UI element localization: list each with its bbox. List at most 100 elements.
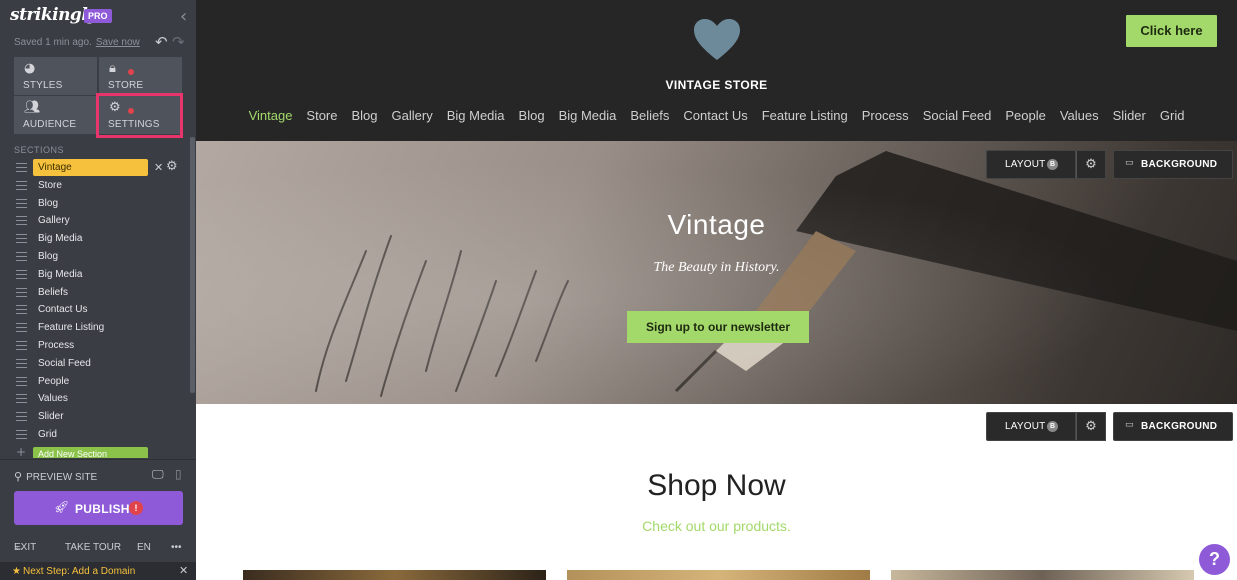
more-menu-button[interactable]: ••• <box>171 542 182 553</box>
drag-handle-icon[interactable] <box>16 305 27 315</box>
nav-link[interactable]: Feature Listing <box>762 108 848 123</box>
section-item[interactable]: Big Media <box>0 266 190 284</box>
undo-icon[interactable]: ↶ <box>155 33 168 51</box>
nav-link[interactable]: Gallery <box>392 108 433 123</box>
section-item[interactable]: Contact Us <box>0 301 190 319</box>
take-tour-button[interactable]: TAKE TOUR <box>65 542 121 553</box>
nav-link[interactable]: People <box>1005 108 1045 123</box>
drag-handle-icon[interactable] <box>16 323 27 333</box>
styles-button[interactable]: ◕ STYLES <box>14 57 97 95</box>
chevron-left-icon[interactable]: ‹ <box>180 6 187 27</box>
nav-link[interactable]: Slider <box>1113 108 1146 123</box>
product-image[interactable] <box>891 570 1194 580</box>
section-item[interactable]: Feature Listing <box>0 319 190 337</box>
shop-subtitle[interactable]: Check out our products. <box>196 518 1237 534</box>
drag-handle-icon[interactable] <box>16 287 27 297</box>
section-item[interactable]: Store <box>0 177 190 195</box>
section-item[interactable]: Social Feed <box>0 355 190 373</box>
hero-subtitle[interactable]: The Beauty in History. <box>196 260 1237 276</box>
nav-link[interactable]: Store <box>306 108 337 123</box>
preview-site-button[interactable]: ⚲ PREVIEW SITE <box>14 470 97 483</box>
section-label: Gallery <box>38 215 70 227</box>
product-image[interactable] <box>567 570 870 580</box>
nav-link[interactable]: Blog <box>352 108 378 123</box>
drag-handle-icon[interactable] <box>16 376 27 386</box>
nav-link[interactable]: Process <box>862 108 909 123</box>
nav-link[interactable]: Big Media <box>559 108 617 123</box>
nav-link[interactable]: Big Media <box>447 108 505 123</box>
click-here-button[interactable]: Click here <box>1126 15 1217 47</box>
drag-handle-icon[interactable] <box>16 358 27 368</box>
background-button[interactable]: ▭ BACKGROUND <box>1113 412 1233 441</box>
drag-handle-icon[interactable] <box>16 394 27 404</box>
drag-handle-icon[interactable] <box>16 198 27 208</box>
save-status: Saved 1 min ago. Save now <box>14 37 140 48</box>
drag-handle-icon[interactable] <box>16 251 27 261</box>
background-button[interactable]: ▭ BACKGROUND <box>1113 150 1233 179</box>
shop-title[interactable]: Shop Now <box>196 469 1237 503</box>
publish-alert-badge: ! <box>129 501 143 515</box>
heart-icon[interactable] <box>693 18 741 62</box>
section-item[interactable]: Blog <box>0 248 190 266</box>
save-now-link[interactable]: Save now <box>96 37 140 48</box>
palette-icon: ◕ <box>24 61 36 76</box>
gear-icon[interactable]: ⚙ <box>1076 412 1106 441</box>
section-item[interactable]: Slider <box>0 408 190 426</box>
drag-handle-icon[interactable] <box>16 269 27 279</box>
sections-header: SECTIONS <box>14 145 65 155</box>
add-section-button[interactable]: Add New Section <box>33 447 148 458</box>
nav-link[interactable]: Values <box>1060 108 1099 123</box>
section-item[interactable]: Beliefs <box>0 284 190 302</box>
newsletter-button[interactable]: Sign up to our newsletter <box>627 311 809 343</box>
store-button[interactable]: 🔒︎ STORE <box>99 57 182 95</box>
nav-link[interactable]: Blog <box>519 108 545 123</box>
gear-icon[interactable]: ⚙ <box>166 159 178 174</box>
drag-handle-icon[interactable] <box>16 180 27 190</box>
language-selector[interactable]: EN <box>137 542 151 553</box>
notification-dot <box>128 108 134 114</box>
publish-button[interactable]: 🚀︎ PUBLISH ! <box>14 491 183 525</box>
section-item[interactable]: Vintage ✕ ⚙ <box>0 159 190 177</box>
section-item[interactable]: Grid <box>0 426 190 444</box>
add-section-row[interactable]: + Add New Section <box>0 444 190 458</box>
layout-button[interactable]: LAYOUT B <box>986 412 1076 441</box>
drag-handle-icon[interactable] <box>16 340 27 350</box>
layout-button[interactable]: LAYOUT B <box>986 150 1076 179</box>
section-label: Beliefs <box>38 286 69 298</box>
section-label: Grid <box>38 428 57 440</box>
section-item[interactable]: Blog <box>0 195 190 213</box>
audience-button[interactable]: 👥︎ AUDIENCE <box>14 96 97 134</box>
drag-handle-icon[interactable] <box>16 429 27 439</box>
sections-scrollbar[interactable] <box>190 137 195 393</box>
help-icon[interactable]: ? <box>1199 544 1230 575</box>
section-item[interactable]: Big Media <box>0 230 190 248</box>
next-step-banner[interactable]: ★ Next Step: Add a Domain ✕ <box>0 562 196 580</box>
close-icon[interactable]: ✕ <box>179 564 188 577</box>
section-label: Contact Us <box>38 304 88 316</box>
divider <box>0 459 196 460</box>
nav-link[interactable]: Social Feed <box>923 108 992 123</box>
nav-link[interactable]: Beliefs <box>630 108 669 123</box>
section-item[interactable]: Process <box>0 337 190 355</box>
drag-handle-icon[interactable] <box>16 163 27 172</box>
settings-button[interactable]: ⚙ SETTINGS <box>99 96 182 134</box>
section-item[interactable]: Gallery <box>0 212 190 230</box>
nav-link[interactable]: Grid <box>1160 108 1185 123</box>
product-image[interactable] <box>243 570 546 580</box>
nav-link[interactable]: Contact Us <box>683 108 747 123</box>
close-icon[interactable]: ✕ <box>154 161 163 174</box>
drag-handle-icon[interactable] <box>16 412 27 422</box>
gear-icon: ⚙ <box>109 100 121 115</box>
section-item[interactable]: Values <box>0 390 190 408</box>
hero-title[interactable]: Vintage <box>196 209 1237 241</box>
desktop-icon[interactable]: 🖵︎ <box>152 467 164 482</box>
redo-icon[interactable]: ↷ <box>172 33 185 51</box>
rocket-icon: 🚀︎ <box>54 500 70 514</box>
section-item[interactable]: People <box>0 373 190 391</box>
nav-link[interactable]: Vintage <box>249 108 293 123</box>
drag-handle-icon[interactable] <box>16 216 27 226</box>
store-name[interactable]: VINTAGE STORE <box>196 78 1237 92</box>
drag-handle-icon[interactable] <box>16 234 27 244</box>
gear-icon[interactable]: ⚙ <box>1076 150 1106 179</box>
mobile-icon[interactable]: ▯ <box>175 467 182 481</box>
